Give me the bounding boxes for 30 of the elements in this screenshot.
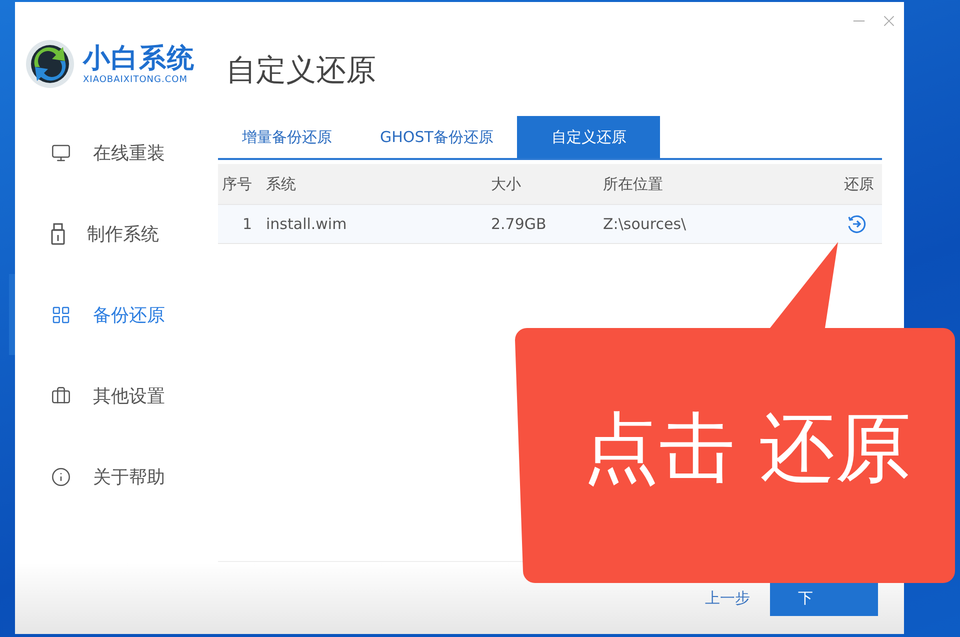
sidebar-item[interactable]: 其他设置	[9, 355, 218, 436]
monitor-icon	[51, 142, 71, 162]
tab[interactable]: 增量备份还原	[218, 116, 356, 158]
table-cell-text: install.wim	[266, 215, 348, 233]
brand-url: XIAOBAIXITONG.COM	[83, 75, 188, 85]
column-header: 系统	[266, 174, 297, 194]
logo-icon	[25, 39, 75, 89]
column-header: 还原	[843, 174, 875, 194]
column-header: 大小	[491, 174, 522, 194]
previous-button[interactable]: 上一步	[701, 584, 754, 612]
sidebar-item[interactable]: 制作系统	[9, 193, 218, 274]
briefcase-icon	[51, 386, 71, 406]
info-icon	[51, 466, 71, 486]
tab[interactable]: GHOST备份还原	[356, 116, 518, 158]
page-title: 自定义还原	[226, 52, 377, 90]
column-header: 序号	[221, 174, 253, 194]
usb-drive-icon	[51, 222, 65, 244]
next-button[interactable]: 下	[770, 580, 878, 616]
table-cell-text: 1	[241, 215, 253, 233]
sidebar-item[interactable]: 备份还原	[9, 274, 218, 355]
tab[interactable]: 自定义还原	[517, 116, 660, 158]
table-cell-text: Z:\sources\	[603, 215, 688, 233]
restore-icon[interactable]	[846, 214, 866, 234]
callout-text: 点击 还原	[583, 410, 912, 486]
brand-name: 小白系统	[83, 43, 195, 75]
sidebar-item[interactable]: 关于帮助	[9, 436, 218, 517]
grid-icon	[51, 304, 71, 324]
table-cell-text: 2.79GB	[491, 215, 548, 233]
column-header: 所在位置	[603, 174, 664, 194]
sidebar-item[interactable]: 在线重装	[9, 112, 218, 193]
